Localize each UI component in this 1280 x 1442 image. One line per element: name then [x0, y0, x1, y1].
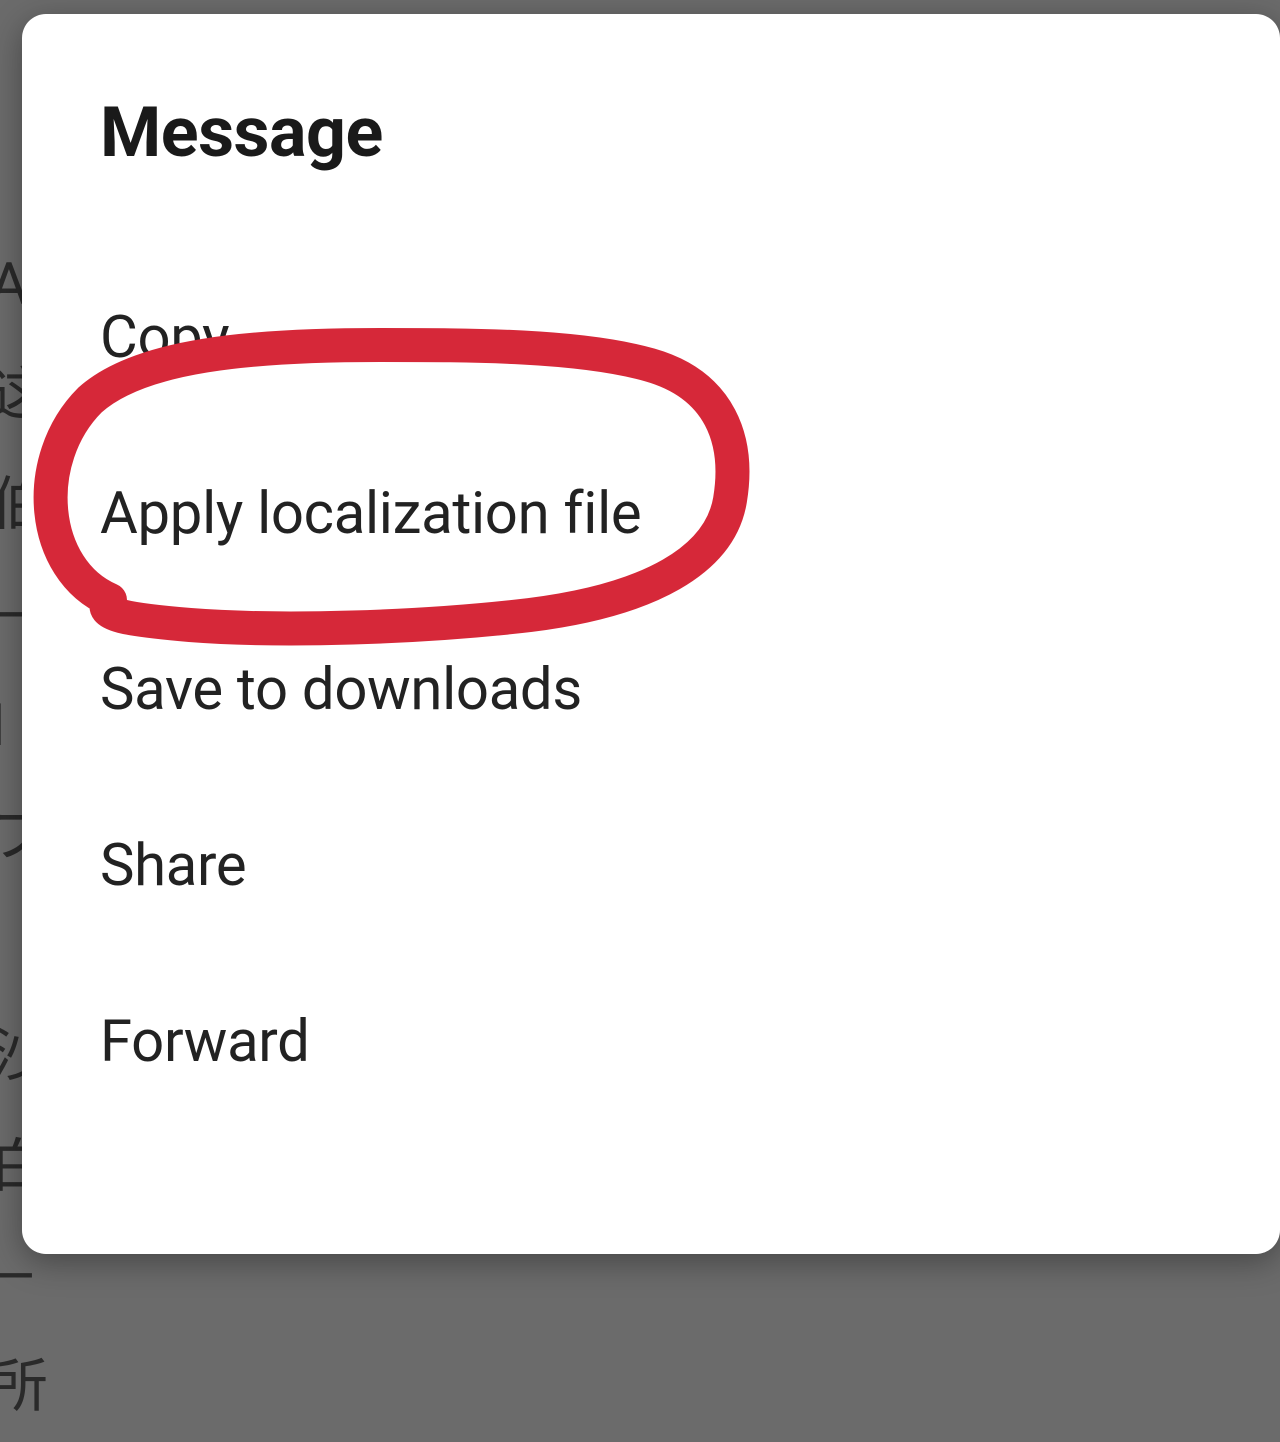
menu-item-save-to-downloads[interactable]: Save to downloads	[100, 656, 1202, 724]
menu-item-forward[interactable]: Forward	[100, 1008, 1202, 1076]
message-context-dialog: Message Copy Apply localization file Sav…	[22, 14, 1280, 1254]
menu-item-copy[interactable]: Copy	[100, 304, 1202, 372]
menu-item-apply-localization-file[interactable]: Apply localization file	[100, 480, 1202, 548]
dialog-title: Message	[100, 92, 1202, 174]
menu-item-share[interactable]: Share	[100, 832, 1202, 900]
